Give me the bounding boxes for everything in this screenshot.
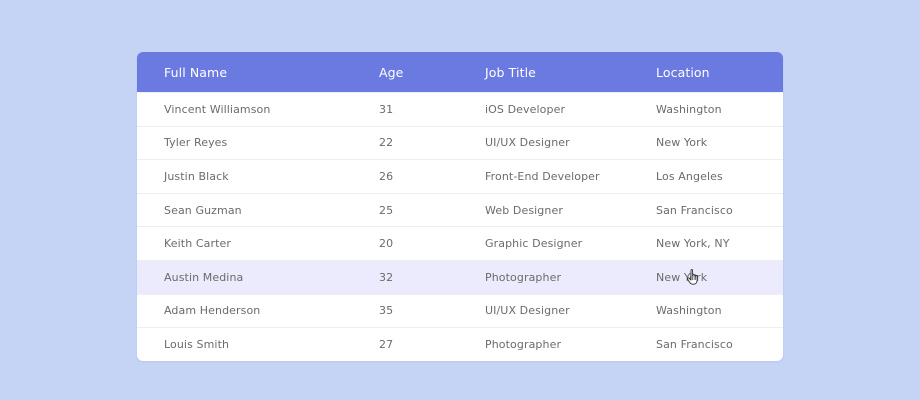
cell-location: Washington (656, 102, 722, 116)
cell-job-title: UI/UX Designer (485, 304, 570, 318)
column-header-full-name[interactable]: Full Name (164, 52, 227, 92)
cell-age: 22 (379, 136, 394, 150)
table-row[interactable]: Louis Smith 27 Photographer San Francisc… (137, 327, 783, 361)
cell-age: 26 (379, 169, 394, 183)
table-row[interactable]: Vincent Williamson 31 iOS Developer Wash… (137, 92, 783, 126)
cell-full-name: Sean Guzman (164, 203, 242, 217)
column-header-age[interactable]: Age (379, 52, 403, 92)
cell-job-title: iOS Developer (485, 102, 566, 116)
cell-full-name: Adam Henderson (164, 304, 261, 318)
cell-job-title: UI/UX Designer (485, 136, 570, 150)
cell-location: San Francisco (656, 337, 733, 351)
cell-location: San Francisco (656, 203, 733, 217)
column-header-location[interactable]: Location (656, 52, 710, 92)
table-row[interactable]: Austin Medina 32 Photographer New York (137, 259, 783, 294)
table-row[interactable]: Justin Black 26 Front-End Developer Los … (137, 159, 783, 193)
cell-age: 25 (379, 203, 394, 217)
cell-age: 27 (379, 337, 394, 351)
cell-full-name: Austin Medina (164, 270, 244, 284)
column-header-job-title[interactable]: Job Title (485, 52, 536, 92)
table-row[interactable]: Keith Carter 20 Graphic Designer New Yor… (137, 226, 783, 260)
cell-age: 35 (379, 304, 394, 318)
cell-job-title: Photographer (485, 270, 562, 284)
table-row[interactable]: Sean Guzman 25 Web Designer San Francisc… (137, 192, 783, 227)
cell-job-title: Graphic Designer (485, 237, 583, 251)
cell-location: New York (656, 136, 708, 150)
cell-location: New York, NY (656, 237, 730, 251)
table-row[interactable]: Tyler Reyes 22 UI/UX Designer New York (137, 125, 783, 160)
cell-location: Los Angeles (656, 169, 723, 183)
cell-location: New York (656, 270, 708, 284)
page: { "colors": { "page_background": "#c5d3f… (0, 0, 920, 400)
cell-age: 20 (379, 237, 394, 251)
cell-full-name: Vincent Williamson (164, 102, 271, 116)
cell-full-name: Keith Carter (164, 237, 232, 251)
cell-full-name: Justin Black (164, 169, 229, 183)
data-table: Full Name Age Job Title Location Vincent… (137, 52, 783, 361)
cell-full-name: Tyler Reyes (164, 136, 228, 150)
table-row[interactable]: Adam Henderson 35 UI/UX Designer Washing… (137, 293, 783, 328)
cell-age: 31 (379, 102, 394, 116)
cell-job-title: Photographer (485, 337, 562, 351)
cell-location: Washington (656, 304, 722, 318)
table-header-row: Full Name Age Job Title Location (137, 52, 783, 92)
cell-full-name: Louis Smith (164, 337, 230, 351)
cell-job-title: Web Designer (485, 203, 563, 217)
cell-job-title: Front-End Developer (485, 169, 600, 183)
cell-age: 32 (379, 270, 394, 284)
